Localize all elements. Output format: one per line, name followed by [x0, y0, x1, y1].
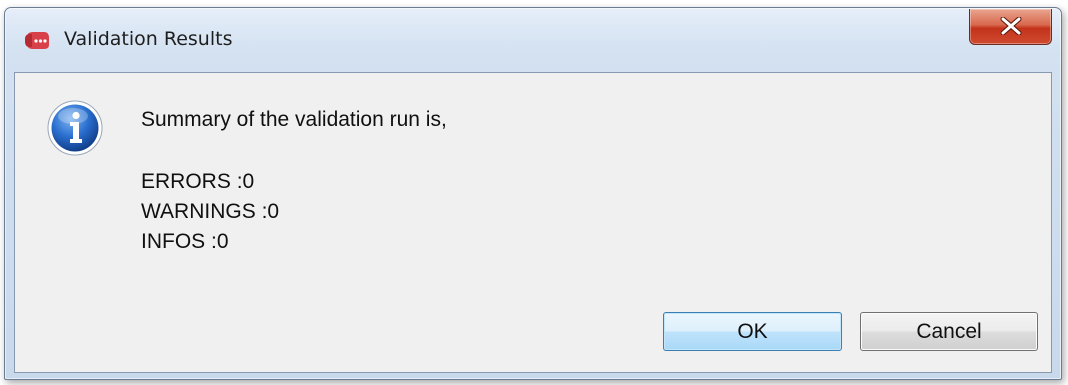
- warnings-label: WARNINGS: [141, 200, 267, 223]
- errors-value: 0: [242, 170, 255, 193]
- ok-button[interactable]: OK: [663, 312, 842, 351]
- infos-stat: INFOS0: [141, 230, 229, 254]
- cancel-button[interactable]: Cancel: [860, 312, 1038, 351]
- close-button[interactable]: [969, 9, 1052, 45]
- info-icon: [46, 99, 104, 157]
- dialog-content: Summary of the validation run is, ERRORS…: [14, 72, 1052, 373]
- warnings-value: 0: [267, 200, 280, 223]
- warnings-stat: WARNINGS0: [141, 200, 279, 224]
- close-icon: [1000, 17, 1022, 35]
- infos-value: 0: [216, 230, 229, 253]
- errors-label: ERRORS: [141, 170, 243, 193]
- summary-text: Summary of the validation run is,: [141, 108, 447, 131]
- errors-stat: ERRORS0: [141, 170, 254, 194]
- infos-label: INFOS: [141, 230, 217, 253]
- app-logo-icon: [24, 30, 50, 50]
- validation-results-dialog: Validation Results Summary of the valida…: [4, 7, 1062, 380]
- window-title: Validation Results: [64, 28, 233, 50]
- title-bar[interactable]: Validation Results: [5, 8, 1061, 76]
